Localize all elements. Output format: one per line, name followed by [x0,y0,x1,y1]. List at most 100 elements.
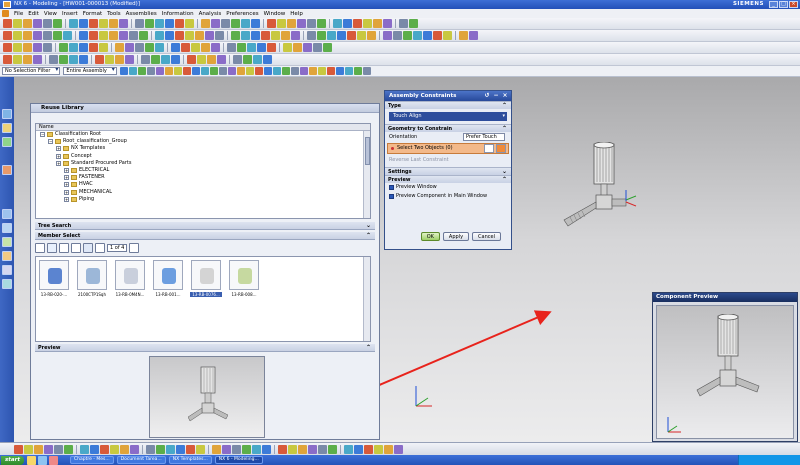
paste-icon[interactable] [90,444,99,454]
select-filter-icon[interactable] [484,144,494,153]
tree-scrollbar[interactable] [363,131,370,218]
start-button[interactable]: start [1,455,24,465]
preview-main-window-checkbox[interactable]: Preview Component in Main Window [385,192,511,201]
page-next-icon[interactable] [129,242,140,253]
new-icon[interactable] [344,444,353,454]
expand-toggle-icon[interactable]: + [64,196,69,202]
tree-item[interactable]: + Concept [36,153,370,160]
search-icon[interactable] [35,242,45,253]
member-thumbnail[interactable] [229,260,259,290]
measure-icon[interactable] [232,444,241,454]
pan-icon[interactable] [288,444,297,454]
orientation-dropdown[interactable]: Prefer Touch [463,133,505,141]
zoom-icon[interactable] [262,444,271,454]
layer-icon[interactable] [318,444,327,454]
dialog-close-icon[interactable]: × [501,92,509,100]
save-icon[interactable] [364,444,373,454]
open-icon[interactable] [354,444,363,454]
redo-icon[interactable] [384,444,393,454]
member-thumbnail[interactable] [77,260,107,290]
member-thumbnail[interactable] [39,260,69,290]
shade-icon[interactable] [298,444,307,454]
expand-toggle-icon[interactable]: − [48,139,53,145]
tree-item[interactable]: + ELECTRICAL [36,167,370,174]
cancel-button[interactable]: Cancel [472,232,501,241]
select-objects-row[interactable]: Select Two Objects (0) [387,143,509,154]
pattern-icon[interactable] [176,444,185,454]
chamfer-icon[interactable] [166,444,175,454]
expand-toggle-icon[interactable]: + [64,189,69,195]
task-item-3[interactable]: NX 6 - Modeling... [214,456,263,464]
filter-icon[interactable] [47,242,57,253]
member-label[interactable]: 13-RB-0076... [190,292,222,297]
redo-icon[interactable] [54,444,63,454]
expand-toggle-icon[interactable]: − [40,132,45,138]
apply-button[interactable]: Apply [442,232,470,241]
point-dialog-icon[interactable] [496,144,506,153]
view-list-icon[interactable] [59,242,69,253]
member-thumbnail[interactable] [115,260,145,290]
member-label[interactable]: 2100CTP1Sqh [76,292,108,297]
assembly-icon[interactable] [196,444,205,454]
tree-item[interactable]: − Root_classification_Group [36,138,370,145]
tree-item[interactable]: + MECHANICAL [36,189,370,196]
expand-toggle-icon[interactable]: + [56,160,61,166]
reverse-last-constraint[interactable]: Reverse Last Constraint [385,155,511,165]
select-icon[interactable] [100,444,109,454]
component-preview-viewport[interactable] [656,305,794,439]
preview-section[interactable]: Preview ⌃ [35,344,375,352]
expand-toggle-icon[interactable]: + [64,168,69,174]
tree-item[interactable]: + Piping [36,196,370,203]
dialog-preview-section[interactable]: Preview ⌃ [385,175,511,183]
undo-icon[interactable] [44,444,53,454]
tree-column-name[interactable]: Name [36,124,370,131]
tree-search-section[interactable]: Tree Search ⌄ [35,222,375,230]
move-icon[interactable] [222,444,231,454]
browser-icon[interactable] [37,455,47,465]
collapse-icon[interactable]: − [492,92,500,100]
member-label[interactable]: 13-RB-008... [228,292,260,297]
rotate-icon[interactable] [278,444,287,454]
reset-icon[interactable]: ↺ [483,92,491,100]
new-icon[interactable] [14,444,23,454]
hole-icon[interactable] [146,444,155,454]
mirror-icon[interactable] [186,444,195,454]
tree-item[interactable]: + HVAC [36,181,370,188]
member-label[interactable]: 13-RB-001... [152,292,184,297]
folder-icon[interactable] [26,455,36,465]
help-icon[interactable] [83,242,93,253]
type-section[interactable]: Type ⌃ [385,101,511,109]
member-grid-scrollbar[interactable] [363,257,370,341]
undo-icon[interactable] [374,444,383,454]
blend-icon[interactable] [156,444,165,454]
app-icon[interactable] [48,455,58,465]
copy-icon[interactable] [80,444,89,454]
constraint-icon[interactable] [212,444,221,454]
task-item-2[interactable]: NX Templates... [168,456,212,464]
task-item-0[interactable]: Chaptre - Mes... [69,456,114,464]
tree-item[interactable]: + Standard Procured Parts [36,160,370,167]
preview-window-checkbox[interactable]: Preview Window [385,183,511,192]
member-select-section[interactable]: Member Select ⌃ [35,232,375,240]
page-indicator[interactable]: 1 of 4 [107,243,128,252]
expand-toggle-icon[interactable]: + [56,146,61,152]
fit-icon[interactable] [252,444,261,454]
member-label[interactable]: 13-RB-020-... [38,292,70,297]
view-options-icon[interactable] [71,242,81,253]
tree-item[interactable]: + FASTENER [36,174,370,181]
ok-button[interactable]: OK [420,232,440,241]
open-icon[interactable] [24,444,33,454]
snap-icon[interactable] [328,444,337,454]
revolve-icon[interactable] [130,444,139,454]
page-first-icon[interactable] [95,242,105,253]
render-icon[interactable] [242,444,251,454]
cut-icon[interactable] [394,444,403,454]
member-label[interactable]: 13-RB-0M4N... [114,292,146,297]
expand-toggle-icon[interactable]: + [56,153,61,159]
member-thumbnail[interactable] [153,260,183,290]
expand-toggle-icon[interactable]: + [64,182,69,188]
sketch-icon[interactable] [110,444,119,454]
member-thumbnail[interactable] [191,260,221,290]
tree-item[interactable]: + NX Templates [36,145,370,152]
constraint-type-dropdown[interactable]: Touch Align [389,112,507,121]
